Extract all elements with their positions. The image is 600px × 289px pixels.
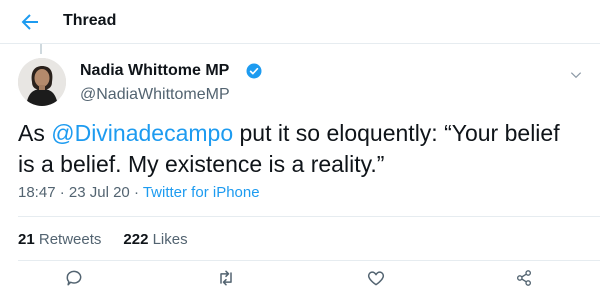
- verified-badge-icon: [246, 63, 262, 79]
- likes-count: 222: [123, 231, 149, 248]
- share-icon[interactable]: [514, 268, 534, 288]
- retweet-icon[interactable]: [216, 268, 236, 288]
- divider: [18, 260, 600, 261]
- header-bar: Thread: [0, 0, 600, 44]
- page-title: Thread: [63, 12, 117, 29]
- tweet-metadata: 18:47 · 23 Jul 20 · Twitter for iPhone: [18, 184, 260, 201]
- back-arrow-icon[interactable]: [18, 10, 42, 34]
- meta-separator: ·: [55, 184, 69, 201]
- action-bar: [0, 262, 600, 289]
- like-icon[interactable]: [366, 268, 386, 288]
- avatar[interactable]: [18, 58, 66, 106]
- mention-link[interactable]: @Divinadecampo: [51, 120, 233, 146]
- retweets-count: 21: [18, 231, 35, 248]
- tweet-source-link[interactable]: Twitter for iPhone: [143, 184, 260, 201]
- likes-label: Likes: [152, 231, 188, 248]
- tweet-text-prefix: As: [18, 120, 52, 146]
- tweet-time[interactable]: 18:47: [18, 184, 56, 201]
- likes-stat[interactable]: 222 Likes: [123, 231, 187, 248]
- divider: [18, 216, 600, 217]
- reply-icon[interactable]: [64, 268, 84, 288]
- meta-separator: ·: [129, 184, 143, 201]
- thread-connector-line: [40, 44, 42, 54]
- tweet-stats: 21 Retweets 222 Likes: [18, 231, 188, 248]
- retweets-label: Retweets: [38, 231, 102, 248]
- author-handle[interactable]: @NadiaWhittomeMP: [80, 86, 230, 104]
- tweet-date[interactable]: 23 Jul 20: [69, 184, 130, 201]
- avatar-image: [18, 58, 66, 106]
- author-name[interactable]: Nadia Whittome MP: [80, 62, 229, 80]
- retweets-stat[interactable]: 21 Retweets: [18, 231, 101, 248]
- chevron-down-icon[interactable]: [569, 68, 583, 82]
- tweet-text: As @Divinadecampo put it so eloquently: …: [18, 118, 578, 180]
